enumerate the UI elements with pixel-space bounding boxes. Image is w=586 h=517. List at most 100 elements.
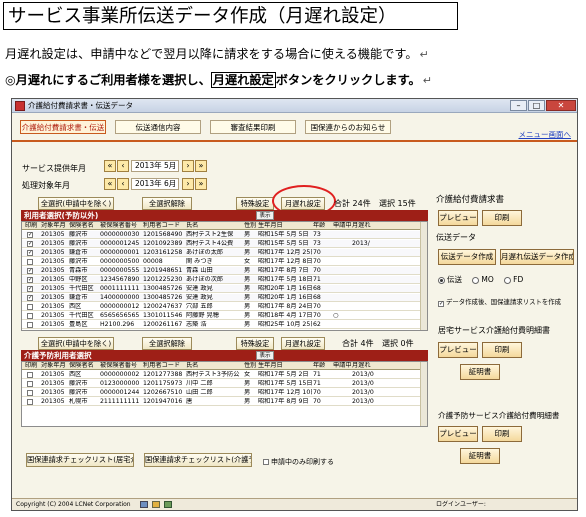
column-header[interactable]: 印刷	[25, 222, 39, 230]
process-prev-button[interactable]: ‹	[117, 178, 129, 190]
service-prev-button[interactable]: ‹	[117, 160, 129, 172]
minimize-button[interactable]: –	[510, 100, 527, 111]
row-checkbox[interactable]: ✓	[27, 232, 33, 238]
process-first-button[interactable]: «	[104, 178, 116, 190]
column-header[interactable]: 保険者名	[69, 362, 99, 370]
row-checkbox[interactable]: ✓	[27, 268, 33, 274]
lower-late-setting-button[interactable]: 月遅れ設定	[281, 337, 325, 350]
tab-review-print[interactable]: 審査結果印刷	[210, 120, 296, 134]
tab-notices[interactable]: 国保連からのお知らせ	[305, 120, 391, 134]
column-header[interactable]: 申請中	[333, 222, 351, 230]
table-row[interactable]: ✓ 201305 千代田区 0001111111 1300485726 安達 政見 男昭和2…	[22, 285, 427, 294]
table-row[interactable]: 201305 藤沢市 0000001244 1202667510 山田 二郎 男昭和17年…	[22, 389, 427, 398]
column-header[interactable]: 被保険者番号	[100, 222, 142, 230]
prevention-certificate-button[interactable]: 証明書	[460, 448, 500, 464]
auto-list-checkbox[interactable]: ✓ データ作成後、国保連請求リストを作成	[438, 297, 561, 307]
column-header[interactable]: 月遅れ	[352, 222, 392, 230]
column-header[interactable]: 保険者名	[69, 222, 99, 230]
table-row[interactable]: 201305 藤沢市 0000000500 00008 関 みつき 女昭和17年 12月 …	[22, 258, 427, 267]
process-last-button[interactable]: »	[195, 178, 207, 190]
column-header[interactable]: 性別	[244, 362, 257, 370]
column-header[interactable]: 印刷	[25, 362, 39, 370]
row-checkbox[interactable]	[27, 313, 33, 319]
application-only-checkbox[interactable]: 申請中のみ印刷する	[263, 457, 334, 467]
checklist-prevention-button[interactable]: 国保連請求チェックリスト(介護予防)	[144, 453, 252, 467]
menu-link[interactable]: メニュー画面へ	[519, 129, 572, 140]
row-checkbox[interactable]	[27, 372, 33, 378]
table-row[interactable]: ✓ 201305 藤沢市 0000000030 1201568490 西村テスト2生保 男昭…	[22, 231, 427, 240]
auto-list-box[interactable]: ✓	[438, 301, 444, 307]
radio-send[interactable]	[438, 276, 445, 284]
table-row[interactable]: 201305 藤沢市 0123000000 1201175973 川中 二郎 男昭和17年…	[22, 380, 427, 389]
service-last-button[interactable]: »	[195, 160, 207, 172]
billing-preview-button[interactable]: プレビュー	[438, 210, 478, 226]
lower-select-all-button[interactable]: 全選択(申請中を除く)	[38, 337, 114, 350]
home-preview-button[interactable]: プレビュー	[438, 342, 478, 358]
column-header[interactable]: 氏名	[186, 222, 242, 230]
column-header[interactable]: 被保険者番号	[100, 362, 142, 370]
row-checkbox[interactable]: ✓	[27, 250, 33, 256]
row-checkbox[interactable]	[27, 381, 33, 387]
column-header[interactable]: 氏名	[186, 362, 242, 370]
table-row[interactable]: 201305 千代田区 6565656565 1301011546 阿藤野 晃穂 男昭和1…	[22, 312, 427, 321]
home-certificate-button[interactable]: 証明書	[460, 364, 500, 380]
prevention-print-button[interactable]: 印刷	[482, 426, 522, 442]
lower-clear-all-button[interactable]: 全選択解除	[142, 337, 192, 350]
table-row[interactable]: 201305新潟区99999999991200218688介護 二郎男昭和42年…	[22, 330, 427, 331]
radio-fd[interactable]	[504, 276, 512, 284]
column-header[interactable]: 性別	[244, 222, 257, 230]
lower-display-tag[interactable]: 表示	[256, 351, 274, 360]
column-header[interactable]: 利用者コード	[143, 362, 185, 370]
taskbar-icon-3[interactable]	[164, 501, 172, 508]
column-header[interactable]: 年齢	[313, 362, 332, 370]
upper-display-tag[interactable]: 表示	[256, 211, 274, 220]
table-row[interactable]: 201305 豊島区 H2100.296 1200261167 志築 浩男昭和25年 1…	[22, 321, 427, 330]
home-print-button[interactable]: 印刷	[482, 342, 522, 358]
table-row[interactable]: ✓ 201305 鎌倉市 0000000001 1203161258 あけぼの太郎 男昭和1…	[22, 249, 427, 258]
upper-clear-all-button[interactable]: 全選択解除	[142, 197, 192, 210]
upper-select-all-button[interactable]: 全選択(申請中を除く)	[38, 197, 114, 210]
upper-special-setting-button[interactable]: 特殊設定	[236, 197, 274, 210]
row-checkbox[interactable]	[27, 399, 33, 405]
maximize-button[interactable]: □	[528, 100, 545, 111]
lower-scrollbar[interactable]	[420, 362, 427, 426]
radio-mo[interactable]	[472, 276, 480, 284]
row-checkbox[interactable]	[27, 322, 33, 328]
tab-transmission[interactable]: 伝送通信内容	[115, 120, 201, 134]
taskbar-icon-1[interactable]	[140, 501, 148, 508]
taskbar-icon-2[interactable]	[152, 501, 160, 508]
create-late-data-button[interactable]: 月遅れ伝送データ作成	[500, 249, 574, 265]
column-header[interactable]: 月遅れ	[352, 362, 392, 370]
row-checkbox[interactable]: ✓	[27, 241, 33, 247]
row-checkbox[interactable]	[27, 259, 33, 265]
table-row[interactable]: 201305 西区 0000000012 1200247637 穴部 五郎 男昭和17年 …	[22, 303, 427, 312]
table-row[interactable]: 201305 西区 0000000002 1201277388 西村テスト3予防公女昭和…	[22, 371, 427, 380]
billing-print-button[interactable]: 印刷	[482, 210, 522, 226]
prevention-preview-button[interactable]: プレビュー	[438, 426, 478, 442]
table-row[interactable]: ✓ 201305 青森市 0000000555 1201948651 青森 山田 男昭和17…	[22, 267, 427, 276]
column-header[interactable]: 生年月日	[258, 362, 312, 370]
column-header[interactable]: 利用者コード	[143, 222, 185, 230]
row-checkbox[interactable]: ✓	[27, 286, 33, 292]
row-checkbox[interactable]: ✓	[27, 295, 33, 301]
column-header[interactable]: 年齢	[313, 222, 332, 230]
lower-special-setting-button[interactable]: 特殊設定	[236, 337, 274, 350]
column-header[interactable]: 対象年月	[41, 362, 68, 370]
table-row[interactable]: 201305 札幌市 2111111111 1201947016 唐 男昭和17年 8月 …	[22, 398, 427, 407]
checklist-care-button[interactable]: 国保連請求チェックリスト(居宅介護)	[26, 453, 134, 467]
service-next-button[interactable]: ›	[182, 160, 194, 172]
column-header[interactable]: 生年月日	[258, 222, 312, 230]
application-only-box[interactable]	[263, 459, 269, 465]
row-checkbox[interactable]	[27, 390, 33, 396]
column-header[interactable]: 対象年月	[41, 222, 68, 230]
close-button[interactable]: ✕	[546, 100, 576, 111]
create-data-button[interactable]: 伝送データ作成	[438, 249, 496, 265]
upper-scrollbar[interactable]	[420, 222, 427, 330]
table-row[interactable]: ✓ 201305 中野区 1234567890 1201225230 あけぼの次郎 男昭和1…	[22, 276, 427, 285]
row-checkbox[interactable]: ✓	[27, 277, 33, 283]
row-checkbox[interactable]	[27, 304, 33, 310]
table-row[interactable]: ✓ 201305 鎌倉市 1400000000 1300485726 安達 政見 男昭和20…	[22, 294, 427, 303]
tab-billing[interactable]: 介護給付費請求書・伝送	[20, 120, 106, 134]
column-header[interactable]: 申請中	[333, 362, 351, 370]
service-first-button[interactable]: «	[104, 160, 116, 172]
